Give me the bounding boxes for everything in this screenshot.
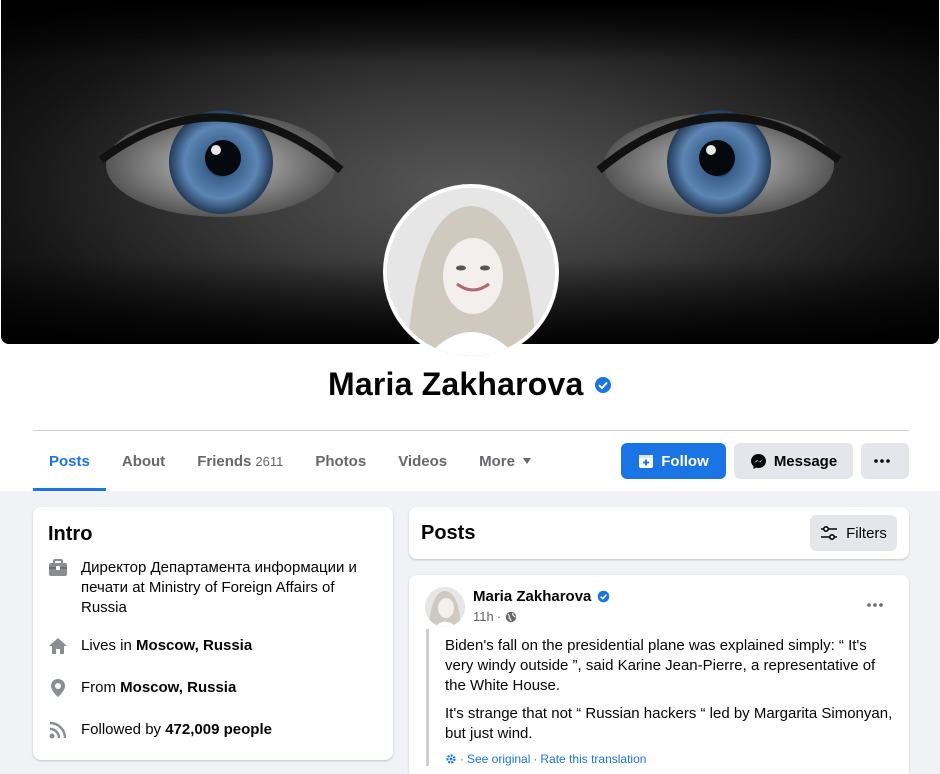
follow-button[interactable]: Follow xyxy=(621,443,726,479)
profile-photo-image xyxy=(387,188,555,356)
see-original-link[interactable]: See original xyxy=(467,752,530,766)
rss-followers-icon xyxy=(48,720,68,740)
filters-sliders-icon xyxy=(821,526,838,540)
profile-name-row: Maria Zakharova xyxy=(0,366,940,403)
lives-place-link[interactable]: Moscow, Russia xyxy=(136,637,252,654)
post-meta: 11h · xyxy=(473,609,610,624)
tab-videos[interactable]: Videos xyxy=(382,431,463,491)
globe-public-icon xyxy=(505,611,517,622)
follow-icon xyxy=(639,455,654,468)
intro-from: From Moscow, Russia xyxy=(48,678,378,698)
home-icon xyxy=(48,636,68,656)
from-place-link[interactable]: Moscow, Russia xyxy=(120,679,236,696)
post-author-avatar[interactable] xyxy=(425,587,465,627)
followers-count[interactable]: 472,009 people xyxy=(165,721,272,738)
post-card: Maria Zakharova 11h · Biden's fall on th… xyxy=(409,575,909,774)
meta-separator: · xyxy=(496,609,502,624)
briefcase-icon xyxy=(48,558,68,578)
message-button[interactable]: Message xyxy=(734,443,853,479)
messenger-icon xyxy=(750,453,766,469)
gear-icon xyxy=(446,754,456,764)
filters-button[interactable]: Filters xyxy=(810,515,897,551)
post-author-name[interactable]: Maria Zakharova xyxy=(473,588,591,605)
tab-about[interactable]: About xyxy=(106,431,181,491)
tab-photos[interactable]: Photos xyxy=(299,431,382,491)
rate-translation-link[interactable]: Rate this translation xyxy=(540,752,646,766)
intro-work: Директор Департамента информации и печат… xyxy=(48,558,378,618)
intro-card: Intro Директор Департамента информации и… xyxy=(33,507,393,760)
profile-name: Maria Zakharova xyxy=(327,366,584,402)
verified-badge-icon xyxy=(598,590,610,603)
tab-more[interactable]: More xyxy=(463,431,547,491)
more-options-button[interactable] xyxy=(861,443,909,479)
post-timestamp[interactable]: 11h xyxy=(473,609,494,624)
ellipsis-icon xyxy=(867,603,883,607)
post-paragraph: Biden's fall on the presidential plane w… xyxy=(445,637,876,694)
posts-title: Posts xyxy=(421,521,476,544)
post-author-row: Maria Zakharova xyxy=(473,588,610,605)
location-pin-icon xyxy=(48,678,68,698)
translation-bar: · See original · Rate this translation xyxy=(445,752,896,766)
post-header: Maria Zakharova 11h · xyxy=(425,587,893,627)
tab-posts[interactable]: Posts xyxy=(33,431,106,491)
profile-tabs: Posts About Friends 2611 Photos Videos Mo… xyxy=(33,431,547,491)
post-options-button[interactable] xyxy=(863,595,887,615)
caret-down-icon xyxy=(522,458,531,464)
intro-title: Intro xyxy=(48,523,93,545)
ellipsis-icon xyxy=(873,459,890,463)
verified-badge-icon xyxy=(594,376,612,394)
friends-count: 2611 xyxy=(255,453,284,469)
posts-header-card: Posts Filters xyxy=(409,507,909,559)
profile-header: Maria Zakharova Posts About Friends 2611 … xyxy=(0,0,940,491)
post-text: Biden's fall on the presidential plane w… xyxy=(426,629,896,766)
intro-lives: Lives in Moscow, Russia xyxy=(48,636,378,656)
profile-picture[interactable] xyxy=(383,184,559,360)
intro-followers: Followed by 472,009 people xyxy=(48,720,378,740)
post-paragraph: It's strange that not “ Russian hackers … xyxy=(445,705,893,742)
tab-friends[interactable]: Friends 2611 xyxy=(181,431,299,491)
